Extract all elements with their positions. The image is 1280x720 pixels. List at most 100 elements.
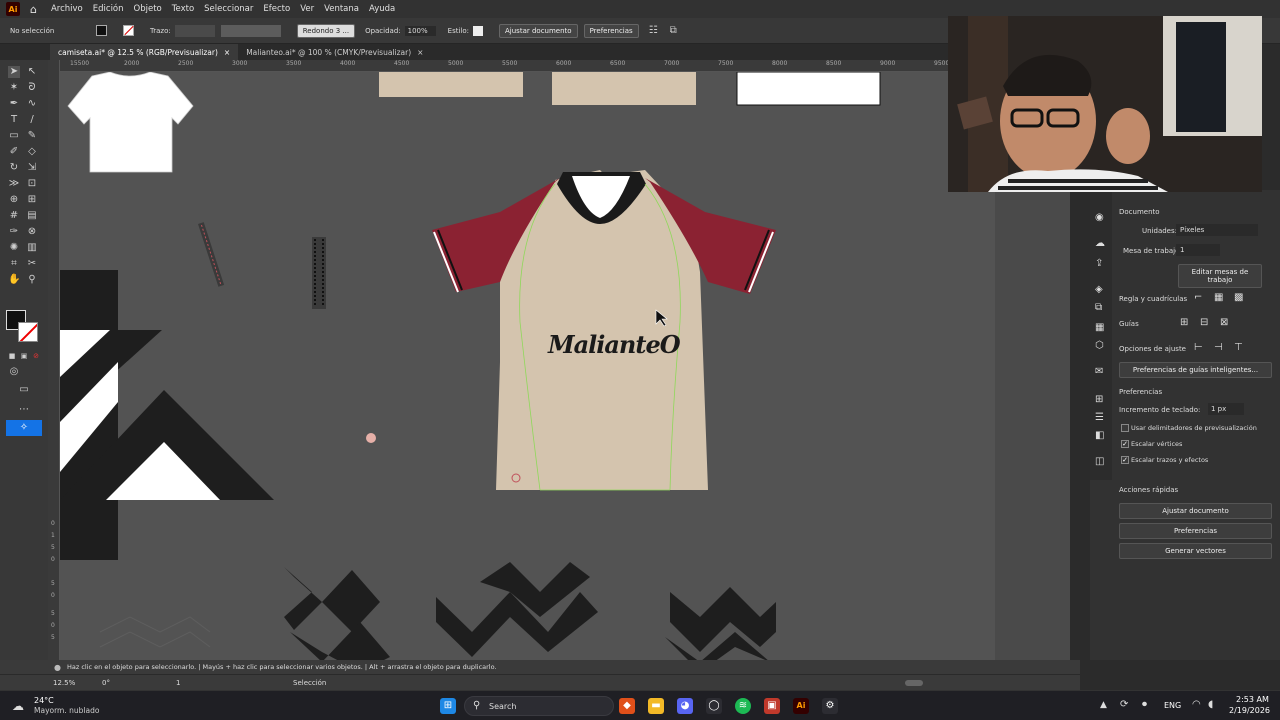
paintbrush-icon[interactable]: ✎	[26, 130, 38, 142]
more-tools-icon[interactable]: ⋯	[18, 404, 30, 416]
none-mode-icon[interactable]: ⊘	[30, 350, 42, 362]
close-icon[interactable]: ×	[224, 48, 230, 57]
column-graph-icon[interactable]: ▥	[26, 242, 38, 254]
zoom-dropdown[interactable]: 12.5%	[53, 679, 75, 687]
slice-icon[interactable]: ✂	[26, 258, 38, 270]
artboard-nav[interactable]: 1	[176, 679, 180, 687]
color-swatch-rect[interactable]	[379, 72, 523, 97]
show-guides-icon[interactable]: ⊞	[1180, 317, 1188, 328]
scale-icon[interactable]: ⇲	[26, 162, 38, 174]
direct-selection-icon[interactable]: ↖	[26, 66, 38, 78]
zoom-tool-icon[interactable]: ⚲	[26, 274, 38, 286]
artboard-canvas[interactable]: MalianteO	[60, 72, 1070, 660]
symbol-sprayer-icon[interactable]: ✺	[8, 242, 20, 254]
generate-vectors-button[interactable]: Generar vectores	[1119, 543, 1272, 559]
appearance-icon[interactable]: ◫	[1095, 456, 1104, 467]
app-icon[interactable]: ▣	[764, 698, 780, 714]
pathfinder-icon[interactable]: ◧	[1095, 430, 1104, 441]
spotify-icon[interactable]: ≋	[735, 698, 751, 714]
menu-archivo[interactable]: Archivo	[51, 4, 83, 14]
artboards-icon[interactable]: ⧉	[1095, 302, 1102, 313]
illustrator-icon[interactable]: Ai	[793, 698, 809, 714]
search-box[interactable]: ⚲ Search	[464, 696, 614, 716]
close-icon[interactable]: ×	[417, 48, 423, 57]
mesh-icon[interactable]: #	[8, 210, 20, 222]
white-rect[interactable]	[736, 72, 881, 106]
generative-icon[interactable]: ✧	[6, 420, 42, 436]
shaper-icon[interactable]: ✐	[8, 146, 20, 158]
marker-icon[interactable]	[366, 433, 376, 443]
rotation-dropdown[interactable]: 0°	[102, 679, 110, 687]
scale-corners-checkbox[interactable]: ✓	[1121, 440, 1129, 448]
rectangle-tool-icon[interactable]: ▭	[8, 130, 20, 142]
curvature-icon[interactable]: ∿	[26, 98, 38, 110]
stroke-weight-field[interactable]	[174, 24, 215, 37]
menu-ver[interactable]: Ver	[300, 4, 314, 14]
fit-document-button[interactable]: Ajustar documento	[1119, 503, 1272, 519]
line-tool-icon[interactable]: /	[26, 114, 38, 126]
status-mode[interactable]: Selección	[293, 679, 326, 687]
preview-bounds-checkbox[interactable]	[1121, 424, 1129, 432]
home-icon[interactable]: ⌂	[30, 3, 37, 16]
layers-icon[interactable]: ◈	[1095, 284, 1103, 295]
lock-guides-icon[interactable]: ⊟	[1200, 317, 1208, 328]
snap-glyph-icon[interactable]: ⊤	[1234, 342, 1243, 353]
microphone-icon[interactable]: ⏺	[1142, 699, 1147, 710]
keyboard-increment-input[interactable]: 1 px	[1208, 403, 1244, 415]
edit-artboards-button[interactable]: Editar mesas de trabajo	[1178, 264, 1262, 288]
ruler-icon[interactable]: ⌐	[1194, 292, 1202, 303]
transparency-grid-icon[interactable]: ▩	[1234, 292, 1243, 303]
style-swatch[interactable]	[473, 25, 484, 36]
stroke-swatch[interactable]	[123, 25, 134, 36]
stroke-color-swatch[interactable]	[18, 322, 38, 342]
tab-camiseta[interactable]: camiseta.ai* @ 12.5 % (RGB/Previsualizar…	[50, 44, 239, 60]
tab-malianteo[interactable]: Malianteo.ai* @ 100 % (CMYK/Previsualiza…	[238, 44, 431, 60]
preferences-button[interactable]: Preferencias	[1119, 523, 1272, 539]
weather-temp[interactable]: 24°C	[34, 696, 54, 705]
fit-document-button[interactable]: Ajustar documento	[499, 23, 578, 38]
grid-icon[interactable]: ▦	[1214, 292, 1223, 303]
network-icon[interactable]: ⟳	[1120, 699, 1128, 710]
screen-mode-icon[interactable]: ▭	[18, 384, 30, 396]
eraser-icon[interactable]: ◇	[26, 146, 38, 158]
align-icon[interactable]: ☷	[649, 25, 658, 36]
file-explorer-icon[interactable]: ▬	[648, 698, 664, 714]
artboard-dropdown[interactable]: 1	[1176, 244, 1220, 256]
properties-icon[interactable]: ◉	[1095, 212, 1104, 223]
export-icon[interactable]: ⇪	[1095, 258, 1103, 269]
chevron-pattern[interactable]	[284, 562, 776, 660]
libraries-icon[interactable]: ☁	[1095, 238, 1105, 249]
align-icon[interactable]: ☰	[1095, 412, 1104, 423]
gradient-mode-icon[interactable]: ▣	[18, 350, 30, 362]
clock-date[interactable]: 2/19/2026	[1229, 706, 1270, 715]
smart-guides-icon[interactable]: ⊠	[1220, 317, 1228, 328]
shape-builder-icon[interactable]: ⊕	[8, 194, 20, 206]
type-tool-icon[interactable]: T	[8, 114, 20, 126]
artboard-tool-icon[interactable]: ⌗	[8, 258, 20, 270]
horizontal-scrollbar[interactable]	[905, 680, 923, 686]
draw-mode-icon[interactable]: ◎	[8, 366, 20, 378]
language-indicator[interactable]: ENG	[1164, 701, 1181, 710]
3d-icon[interactable]: ⬡	[1095, 340, 1104, 351]
rotate-icon[interactable]: ↻	[8, 162, 20, 174]
discord-icon[interactable]: ◕	[677, 698, 693, 714]
menu-texto[interactable]: Texto	[172, 4, 194, 14]
menu-ayuda[interactable]: Ayuda	[369, 4, 395, 14]
geometric-pattern[interactable]	[60, 270, 274, 560]
shirt-template[interactable]	[67, 72, 194, 173]
menu-objeto[interactable]: Objeto	[134, 4, 162, 14]
brush-dropdown[interactable]: Redondo 3 ...	[296, 23, 356, 38]
gradient-icon[interactable]: ▤	[26, 210, 38, 222]
color-swatch-rect[interactable]	[552, 72, 696, 105]
menu-efecto[interactable]: Efecto	[263, 4, 290, 14]
comments-icon[interactable]: ✉	[1095, 366, 1103, 377]
stitch-strip[interactable]	[312, 237, 326, 309]
start-icon[interactable]: ⊞	[440, 698, 456, 714]
magic-wand-icon[interactable]: ✶	[8, 82, 20, 94]
transform-icon[interactable]: ⊞	[1095, 394, 1103, 405]
menu-seleccionar[interactable]: Seleccionar	[204, 4, 253, 14]
smart-guides-prefs-button[interactable]: Preferencias de guías inteligentes...	[1119, 362, 1272, 378]
settings-icon[interactable]: ⚙	[822, 698, 838, 714]
pen-tool-icon[interactable]: ✒	[8, 98, 20, 110]
variable-width-field[interactable]	[220, 24, 281, 37]
